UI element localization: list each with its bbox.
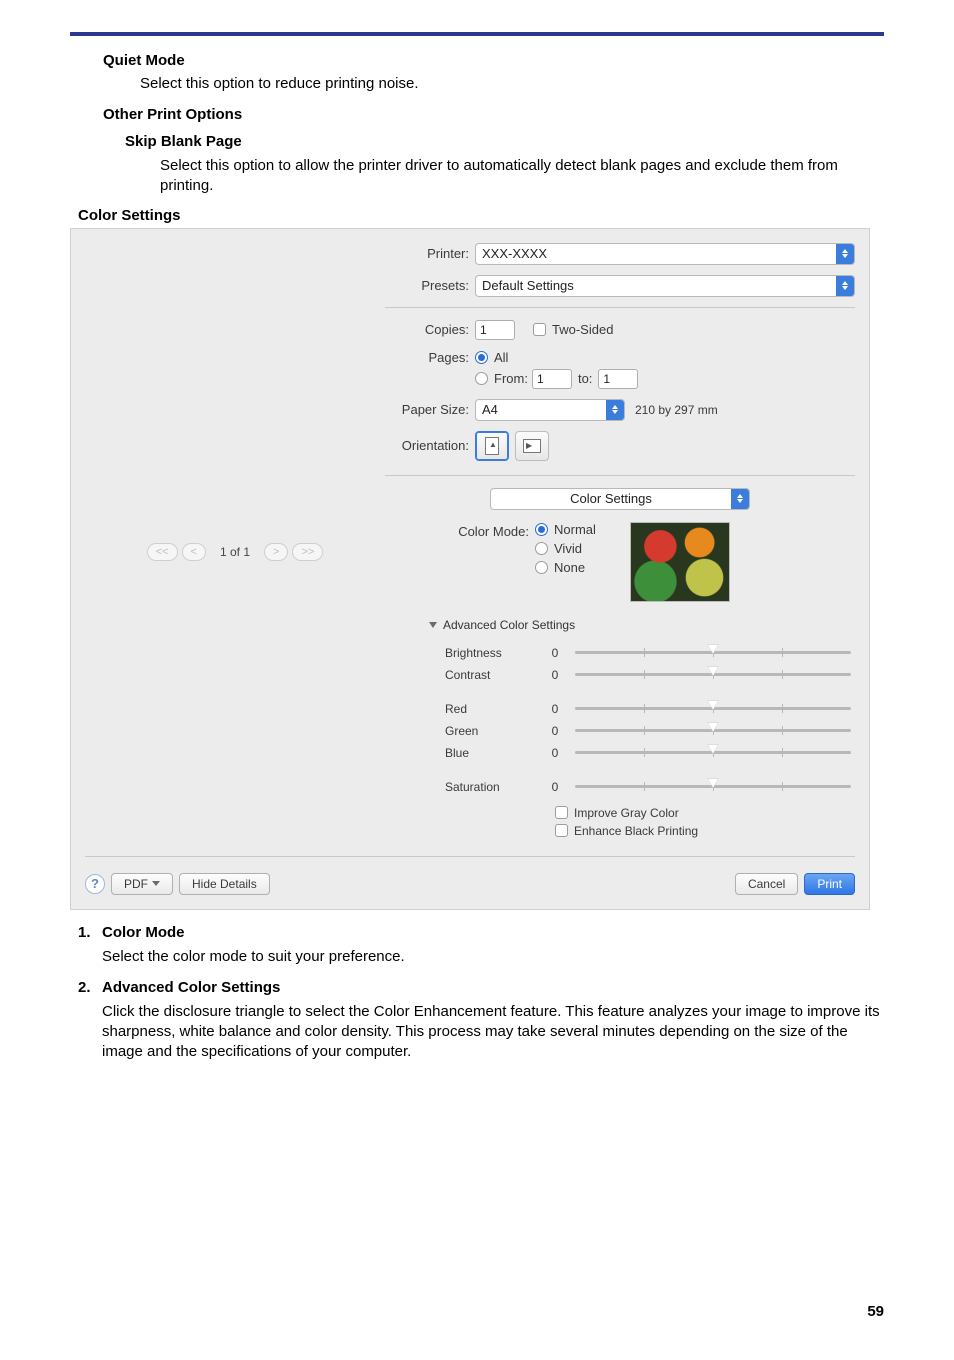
brightness-label: Brightness (445, 646, 535, 660)
copies-label: Copies: (385, 322, 475, 337)
two-sided-label: Two-Sided (552, 322, 613, 337)
orientation-landscape-button[interactable] (515, 431, 549, 461)
presets-value: Default Settings (476, 278, 836, 293)
color-preview-thumbnail (630, 522, 730, 602)
list-title-color-mode: Color Mode (102, 924, 185, 941)
select-arrows-icon (836, 243, 854, 265)
hide-details-button[interactable]: Hide Details (179, 873, 270, 895)
enhance-black-checkbox[interactable] (555, 824, 568, 837)
brightness-value: 0 (535, 646, 575, 660)
page-number: 59 (70, 1303, 884, 1320)
brightness-slider[interactable] (575, 651, 851, 654)
contrast-label: Contrast (445, 668, 535, 682)
pdf-button[interactable]: PDF (111, 873, 173, 895)
improve-gray-checkbox[interactable] (555, 806, 568, 819)
pager-last-button[interactable]: >> (292, 543, 323, 561)
section-value: Color Settings (491, 491, 731, 506)
disclosure-triangle-icon (429, 622, 437, 628)
select-arrows-icon (606, 399, 624, 421)
color-mode-none-label: None (554, 560, 585, 575)
two-sided-checkbox[interactable] (533, 323, 546, 336)
divider (385, 307, 855, 308)
print-button[interactable]: Print (804, 873, 855, 895)
green-label: Green (445, 724, 535, 738)
pages-range-radio[interactable] (475, 372, 488, 385)
saturation-slider[interactable] (575, 785, 851, 788)
color-mode-vivid-label: Vivid (554, 541, 582, 556)
presets-label: Presets: (385, 278, 475, 293)
list-body-advanced-color: Click the disclosure triangle to select … (102, 1002, 884, 1063)
printer-value: XXX-XXXX (476, 246, 836, 261)
blue-slider[interactable] (575, 751, 851, 754)
pages-label: Pages: (385, 350, 475, 365)
printer-label: Printer: (385, 246, 475, 261)
pager-status: 1 of 1 (220, 545, 250, 559)
pages-to-field[interactable]: 1 (598, 369, 638, 389)
saturation-label: Saturation (445, 780, 535, 794)
list-title-advanced-color: Advanced Color Settings (102, 979, 280, 996)
preview-pager: << < 1 of 1 > >> (85, 543, 385, 561)
red-label: Red (445, 702, 535, 716)
chevron-down-icon (152, 881, 160, 886)
color-mode-none-radio[interactable] (535, 561, 548, 574)
divider (85, 856, 855, 857)
paper-size-select[interactable]: A4 (475, 399, 625, 421)
pager-prev-button[interactable]: < (182, 543, 206, 561)
pager-first-button[interactable]: << (147, 543, 178, 561)
heading-quiet-mode: Quiet Mode (103, 52, 884, 69)
text-skip-blank-page: Select this option to allow the printer … (160, 156, 884, 197)
text-quiet-mode: Select this option to reduce printing no… (140, 75, 884, 92)
saturation-value: 0 (535, 780, 575, 794)
list-number-2: 2. (78, 979, 102, 996)
enhance-black-label: Enhance Black Printing (574, 824, 698, 838)
blue-value: 0 (535, 746, 575, 760)
advanced-color-label: Advanced Color Settings (443, 618, 575, 632)
top-rule (70, 32, 884, 36)
heading-other-print-options: Other Print Options (103, 106, 884, 123)
blue-label: Blue (445, 746, 535, 760)
pages-all-radio[interactable] (475, 351, 488, 364)
list-number-1: 1. (78, 924, 102, 941)
pages-all-label: All (494, 350, 508, 365)
contrast-value: 0 (535, 668, 575, 682)
color-mode-vivid-radio[interactable] (535, 542, 548, 555)
copies-field[interactable]: 1 (475, 320, 515, 340)
advanced-color-disclosure[interactable]: Advanced Color Settings (429, 618, 855, 632)
pages-from-label: From: (494, 371, 528, 386)
portrait-icon (485, 437, 499, 455)
red-slider[interactable] (575, 707, 851, 710)
pdf-label: PDF (124, 877, 148, 891)
select-arrows-icon (731, 488, 749, 510)
help-button[interactable]: ? (85, 874, 105, 894)
heading-color-settings: Color Settings (78, 207, 884, 224)
list-body-color-mode: Select the color mode to suit your prefe… (102, 947, 884, 967)
green-slider[interactable] (575, 729, 851, 732)
divider (385, 475, 855, 476)
orientation-label: Orientation: (385, 438, 475, 453)
paper-size-value: A4 (476, 402, 606, 417)
color-mode-label: Color Mode: (425, 522, 535, 539)
pager-next-button[interactable]: > (264, 543, 288, 561)
orientation-portrait-button[interactable] (475, 431, 509, 461)
contrast-slider[interactable] (575, 673, 851, 676)
presets-select[interactable]: Default Settings (475, 275, 855, 297)
cancel-button[interactable]: Cancel (735, 873, 798, 895)
select-arrows-icon (836, 275, 854, 297)
green-value: 0 (535, 724, 575, 738)
section-select[interactable]: Color Settings (490, 488, 750, 510)
print-dialog-screenshot: << < 1 of 1 > >> Printer: XXX-XXXX Prese… (70, 228, 870, 910)
red-value: 0 (535, 702, 575, 716)
pages-to-label: to: (578, 371, 592, 386)
pages-from-field[interactable]: 1 (532, 369, 572, 389)
color-mode-normal-radio[interactable] (535, 523, 548, 536)
paper-size-dim: 210 by 297 mm (635, 403, 718, 417)
paper-size-label: Paper Size: (385, 402, 475, 417)
printer-select[interactable]: XXX-XXXX (475, 243, 855, 265)
color-mode-normal-label: Normal (554, 522, 596, 537)
improve-gray-label: Improve Gray Color (574, 806, 679, 820)
landscape-icon (523, 439, 541, 453)
heading-skip-blank-page: Skip Blank Page (125, 133, 884, 150)
